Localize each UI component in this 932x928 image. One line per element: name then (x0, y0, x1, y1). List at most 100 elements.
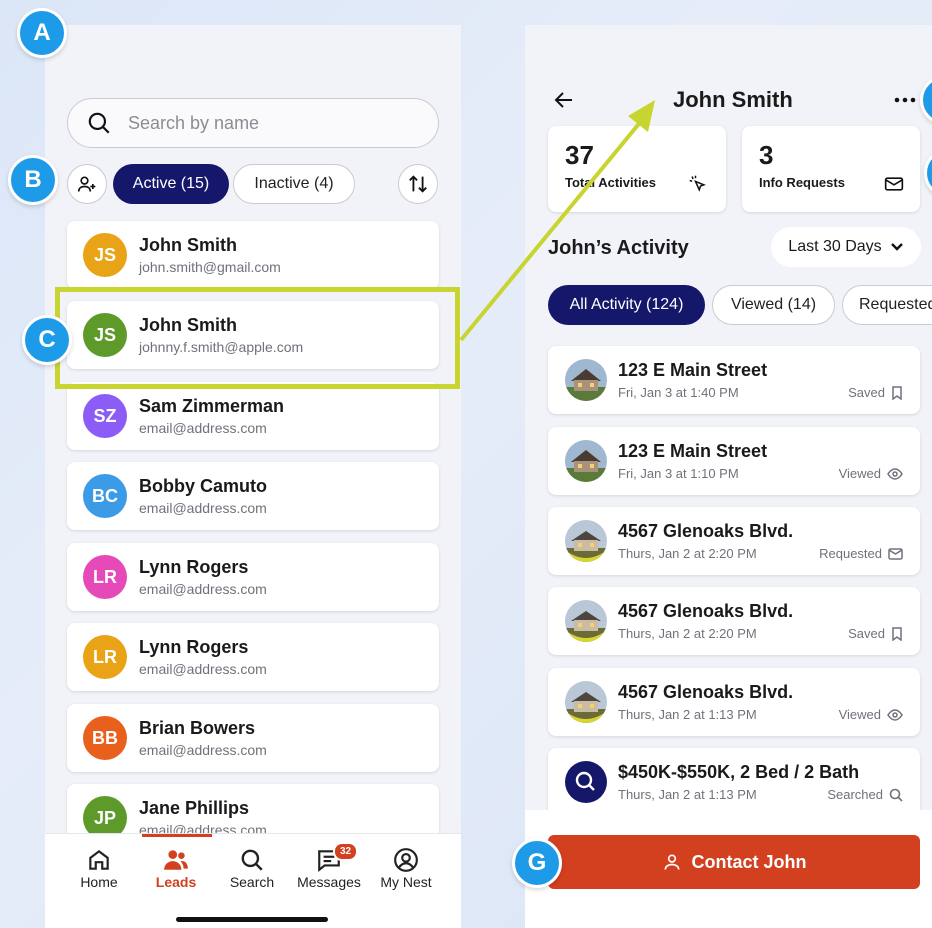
lead-email: email@address.com (139, 661, 267, 677)
tab-search[interactable]: Search (212, 846, 292, 890)
tab-viewed[interactable]: Viewed (14) (712, 285, 835, 325)
person-icon (664, 854, 679, 870)
tab-leads[interactable]: Leads (136, 846, 216, 890)
home-icon (89, 849, 109, 870)
lead-email: email@address.com (139, 581, 267, 597)
avatar: SZ (83, 394, 127, 438)
activity-status-label: Searched (827, 787, 883, 802)
tab-mynest-label: My Nest (380, 874, 432, 890)
property-thumbnail (565, 600, 607, 642)
activity-title: 123 E Main Street (618, 360, 768, 380)
filter-active-pill[interactable]: Active (15) (113, 164, 229, 204)
avatar: LR (83, 635, 127, 679)
property-thumbnail (565, 359, 607, 401)
sort-button[interactable] (398, 164, 438, 204)
page-title: John Smith (673, 87, 793, 112)
avatar: BC (83, 474, 127, 518)
info-requests-count: 3 (759, 140, 774, 170)
tab-leads-label: Leads (155, 874, 197, 890)
lead-name: Bobby Camuto (139, 476, 267, 496)
activity-status-label: Saved (848, 385, 885, 400)
tab-messages-label: Messages (297, 874, 361, 890)
lead-email: email@address.com (139, 500, 267, 516)
activity-date: Thurs, Jan 2 at 1:13 PM (618, 707, 757, 722)
lead-name: Lynn Rogers (139, 637, 249, 657)
activity-title: 4567 Glenoaks Blvd. (618, 521, 794, 541)
lead-detail-screen: John Smith 37 Total Activities 3 Info Re… (525, 25, 932, 928)
lead-text: Sam Zimmerman email@address.com (139, 396, 284, 436)
tab-requested[interactable]: Requested (842, 285, 932, 325)
contact-footer: Contact John (525, 810, 932, 928)
eye-icon (887, 467, 903, 480)
lead-text: Brian Bowers email@address.com (139, 718, 267, 758)
tab-messages[interactable]: 32 Messages (289, 842, 369, 890)
messages-count-badge: 32 (333, 842, 359, 861)
property-thumbnail (565, 681, 607, 723)
avatar: LR (83, 555, 127, 599)
activity-card[interactable]: 4567 Glenoaks Blvd. Thurs, Jan 2 at 2:20 … (548, 507, 920, 575)
lead-text: Lynn Rogers email@address.com (139, 637, 267, 677)
tab-search-label: Search (229, 874, 275, 890)
property-thumbnail (565, 440, 607, 482)
total-activities-card[interactable]: 37 Total Activities (548, 126, 726, 212)
avatar: JS (83, 233, 127, 277)
activity-card[interactable]: $450K-$550K, 2 Bed / 2 Bath Thurs, Jan 2 … (548, 748, 920, 816)
date-range-dropdown[interactable]: Last 30 Days (771, 227, 921, 267)
activity-status: Viewed (839, 707, 903, 722)
activity-title: 4567 Glenoaks Blvd. (618, 682, 794, 702)
annotation-badge-c: C (22, 315, 72, 365)
more-options-icon[interactable] (893, 95, 917, 105)
mail-icon (884, 177, 904, 191)
activity-date: Thurs, Jan 2 at 1:13 PM (618, 787, 757, 802)
lead-card[interactable]: BC Bobby Camuto email@address.com (67, 462, 439, 530)
mail-icon (888, 547, 903, 560)
search-icon (889, 788, 903, 802)
tab-mynest[interactable]: My Nest (366, 846, 446, 890)
tab-indicator (142, 834, 212, 837)
cursor-click-icon (689, 175, 706, 192)
annotation-badge-a: A (17, 8, 67, 58)
filter-inactive-pill[interactable]: Inactive (4) (233, 164, 355, 204)
tab-all-activity[interactable]: All Activity (124) (548, 285, 705, 325)
back-arrow-icon[interactable] (552, 88, 576, 112)
contact-button[interactable]: Contact John (548, 835, 920, 889)
activity-status-label: Requested (819, 546, 882, 561)
lead-text: Bobby Camuto email@address.com (139, 476, 267, 516)
search-placeholder: Search by name (128, 112, 260, 133)
date-range-label: Last 30 Days (788, 238, 882, 255)
people-icon (164, 850, 188, 870)
activity-date: Fri, Jan 3 at 1:40 PM (618, 385, 739, 400)
bookmark-icon (892, 385, 902, 400)
activity-section-title: John’s Activity (548, 237, 689, 259)
lead-text: John Smith john.smith@gmail.com (139, 235, 281, 275)
activity-status: Searched (827, 787, 903, 802)
activity-card[interactable]: 4567 Glenoaks Blvd. Thurs, Jan 2 at 2:20 … (548, 587, 920, 655)
add-lead-button[interactable] (67, 164, 107, 204)
lead-card[interactable]: BB Brian Bowers email@address.com (67, 704, 439, 772)
search-input[interactable]: Search by name (67, 98, 439, 148)
lead-card[interactable]: LR Lynn Rogers email@address.com (67, 543, 439, 611)
annotation-badge-b: B (8, 155, 58, 205)
profile-icon (394, 848, 418, 872)
activity-card[interactable]: 123 E Main Street Fri, Jan 3 at 1:40 PM Sa… (548, 346, 920, 414)
activity-date: Thurs, Jan 2 at 2:20 PM (618, 626, 757, 641)
activity-title: 4567 Glenoaks Blvd. (618, 601, 794, 621)
info-requests-card[interactable]: 3 Info Requests (742, 126, 920, 212)
lead-name: Brian Bowers (139, 718, 256, 738)
lead-card[interactable]: LR Lynn Rogers email@address.com (67, 623, 439, 691)
lead-name: Lynn Rogers (139, 557, 249, 577)
leads-screen: Search by name Active (15) Inactive (4) … (45, 25, 461, 928)
activity-status: Viewed (839, 466, 903, 481)
activity-status: Saved (848, 385, 903, 400)
lead-card[interactable]: SZ Sam Zimmerman email@address.com (67, 382, 439, 450)
property-thumbnail (565, 520, 607, 562)
contact-button-label: Contact John (691, 851, 807, 872)
tab-home[interactable]: Home (59, 846, 139, 890)
activity-card[interactable]: 4567 Glenoaks Blvd. Thurs, Jan 2 at 1:13 … (548, 668, 920, 736)
avatar: BB (83, 716, 127, 760)
bookmark-icon (892, 626, 902, 641)
lead-name: Jane Phillips (139, 798, 250, 818)
selected-lead-highlight (55, 287, 460, 389)
activity-card[interactable]: 123 E Main Street Fri, Jan 3 at 1:10 PM Vi… (548, 427, 920, 495)
lead-card[interactable]: JS John Smith john.smith@gmail.com (67, 221, 439, 289)
